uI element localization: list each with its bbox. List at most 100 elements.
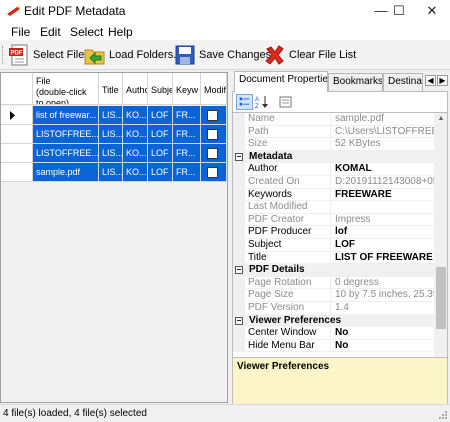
tab-scroll-left-icon[interactable]: ◀: [425, 75, 436, 86]
property-row[interactable]: PDF Version 1.4: [233, 302, 434, 315]
cell-title[interactable]: LIS...: [99, 144, 123, 163]
scroll-up-icon[interactable]: ▲: [434, 113, 447, 125]
cell-title[interactable]: LIS...: [99, 125, 123, 144]
property-row[interactable]: Author KOMAL: [233, 163, 434, 176]
categorized-view-icon[interactable]: [236, 94, 253, 110]
resize-grip-icon[interactable]: [438, 410, 448, 420]
column-header-keywords[interactable]: Keyw: [173, 73, 201, 105]
cell-modified[interactable]: [201, 106, 227, 125]
property-row[interactable]: Subject LOF: [233, 239, 434, 252]
property-value[interactable]: 10 by 7.5 inches, 25.396: [331, 289, 434, 302]
property-value[interactable]: C:\Users\LISTOFFREEW: [331, 126, 434, 139]
cell-modified[interactable]: [201, 144, 227, 163]
cell-subject[interactable]: LOF: [148, 106, 173, 125]
property-value[interactable]: D:20191112143008+05: [331, 176, 434, 189]
cell-keywords[interactable]: FR...: [173, 144, 201, 163]
menu-file[interactable]: File: [11, 25, 30, 39]
collapse-icon[interactable]: −: [235, 316, 243, 325]
select-files-button[interactable]: PDF Select Files: [8, 43, 90, 67]
property-value[interactable]: KOMAL: [331, 163, 434, 176]
load-folders-button[interactable]: Load Folders...: [84, 43, 182, 67]
column-header-subject[interactable]: Subje: [148, 73, 173, 105]
cell-title[interactable]: LIS...: [99, 106, 123, 125]
property-value[interactable]: FREEWARE: [331, 189, 434, 202]
sort-alphabetical-icon[interactable]: A Z: [254, 94, 271, 110]
toolbar-grip[interactable]: [2, 46, 5, 64]
property-category[interactable]: − PDF Details: [233, 264, 434, 277]
property-grid[interactable]: Hide Menu Bar No Center Window No − Viewer Pr…: [232, 112, 448, 369]
collapse-icon[interactable]: −: [235, 266, 243, 275]
column-header-modified[interactable]: Modif: [201, 73, 227, 105]
property-row[interactable]: Size 52 KBytes: [233, 138, 434, 151]
cell-keywords[interactable]: FR...: [173, 125, 201, 144]
cell-subject[interactable]: LOF: [148, 144, 173, 163]
property-row[interactable]: Page Rotation 0 degress: [233, 276, 434, 290]
column-header-author[interactable]: Autho: [123, 73, 148, 105]
column-header-file[interactable]: File (double-click to open): [33, 73, 99, 105]
tab-scroll-right-icon[interactable]: ▶: [437, 75, 448, 86]
menu-help[interactable]: Help: [108, 25, 133, 39]
cell-title[interactable]: LIS...: [99, 163, 123, 182]
property-grid-scrollbar[interactable]: ▲ ▼: [434, 113, 447, 368]
cell-keywords[interactable]: FR...: [173, 106, 201, 125]
maximize-button[interactable]: ☐: [382, 0, 416, 22]
tab-bookmarks[interactable]: Bookmarks: [328, 73, 383, 91]
file-grid[interactable]: File (double-click to open) Title Autho …: [0, 72, 228, 403]
modified-checkbox[interactable]: [207, 148, 218, 159]
tab-document-properties[interactable]: Document Properties: [234, 71, 328, 92]
menu-select[interactable]: Select: [70, 25, 103, 39]
clear-file-list-button[interactable]: Clear File List: [264, 43, 356, 67]
property-row[interactable]: Page Size 10 by 7.5 inches, 25.396: [233, 289, 434, 302]
row-header[interactable]: [1, 163, 33, 182]
property-value[interactable]: lof: [331, 226, 434, 239]
row-header[interactable]: [1, 144, 33, 163]
property-row[interactable]: Title LIST OF FREEWARE: [233, 251, 434, 265]
cell-file[interactable]: sample.pdf: [33, 163, 99, 182]
column-header-title[interactable]: Title: [99, 73, 123, 105]
property-value[interactable]: 1.4: [331, 302, 434, 315]
menu-edit[interactable]: Edit: [40, 25, 61, 39]
cell-author[interactable]: KO...: [123, 106, 148, 125]
close-button[interactable]: ✕: [415, 0, 449, 22]
modified-checkbox[interactable]: [207, 167, 218, 178]
row-header[interactable]: [1, 125, 33, 144]
property-row[interactable]: Hide Menu Bar No: [233, 339, 434, 353]
property-category[interactable]: − Viewer Preferences: [233, 314, 434, 328]
property-value[interactable]: 52 KBytes: [331, 138, 434, 151]
property-pages-icon[interactable]: [277, 94, 294, 110]
row-header[interactable]: [1, 106, 33, 125]
modified-checkbox[interactable]: [207, 110, 218, 121]
cell-keywords[interactable]: FR...: [173, 163, 201, 182]
property-value[interactable]: LIST OF FREEWARE: [331, 252, 434, 265]
cell-author[interactable]: KO...: [123, 125, 148, 144]
property-row[interactable]: Created On D:20191112143008+05: [233, 176, 434, 189]
property-value[interactable]: No: [331, 327, 434, 340]
property-value[interactable]: sample.pdf: [331, 113, 434, 126]
cell-author[interactable]: KO...: [123, 163, 148, 182]
cell-author[interactable]: KO...: [123, 144, 148, 163]
save-changes-button[interactable]: Save Changes: [174, 43, 271, 67]
property-row[interactable]: PathC:\Users\LISTOFFREEW: [233, 125, 434, 139]
property-value[interactable]: No: [331, 340, 434, 353]
cell-file[interactable]: LISTOFFREE...: [33, 125, 99, 144]
property-category[interactable]: − Metadata: [233, 150, 434, 164]
property-row[interactable]: Keywords FREEWARE: [233, 188, 434, 202]
cell-subject[interactable]: LOF: [148, 163, 173, 182]
property-value[interactable]: LOF: [331, 239, 434, 252]
cell-subject[interactable]: LOF: [148, 125, 173, 144]
property-row[interactable]: Center Window No: [233, 327, 434, 340]
tab-destinations[interactable]: Destina: [383, 73, 423, 91]
property-value[interactable]: 0 degress: [331, 277, 434, 290]
cell-file[interactable]: list of freewar...: [33, 106, 99, 125]
cell-modified[interactable]: [201, 163, 227, 182]
property-row[interactable]: PDF Producer lof: [233, 226, 434, 239]
cell-modified[interactable]: [201, 125, 227, 144]
property-row[interactable]: PDF Creator Impress: [233, 213, 434, 227]
scroll-thumb[interactable]: [436, 267, 446, 329]
property-value[interactable]: Impress: [331, 214, 434, 227]
collapse-icon[interactable]: −: [235, 152, 243, 161]
property-row[interactable]: Last Modified: [233, 201, 434, 214]
modified-checkbox[interactable]: [207, 129, 218, 140]
property-value[interactable]: [331, 201, 434, 214]
cell-file[interactable]: LISTOFFREE...: [33, 144, 99, 163]
